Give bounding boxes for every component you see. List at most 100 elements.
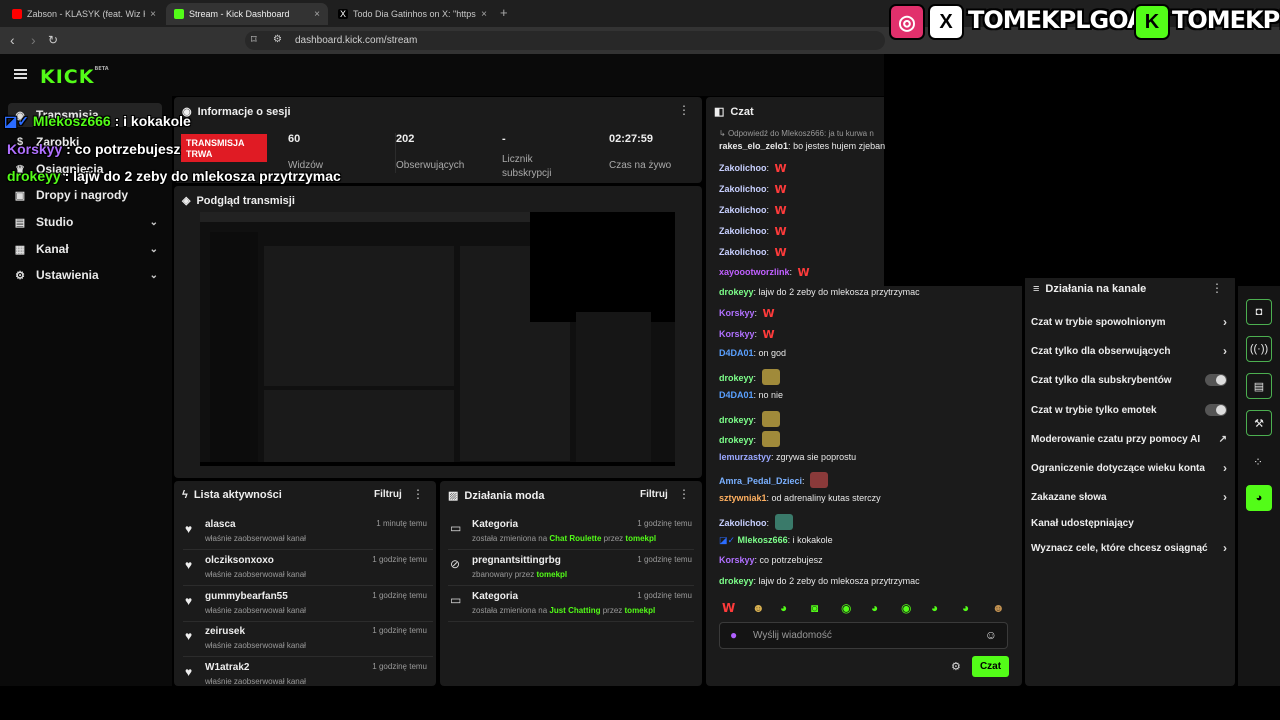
emote-w[interactable]: W xyxy=(722,601,735,615)
chat-username[interactable]: Zakolichoo xyxy=(719,518,767,528)
browser-tab-kick[interactable]: Stream - Kick Dashboard × xyxy=(166,3,328,25)
forward-icon[interactable]: › xyxy=(31,32,36,48)
chat-reply-context: ↳ Odpowiedź do Mlekosz666: ja tu kurwa n xyxy=(719,129,874,138)
browser-tab-x[interactable]: X Todo Dia Gatinhos on X: "https:// × xyxy=(330,3,495,25)
stat-value: 60 xyxy=(288,133,301,145)
menu-icon[interactable] xyxy=(14,67,27,81)
chat-username[interactable]: rakes_elo_zelo1 xyxy=(719,141,788,151)
close-tab-icon[interactable]: × xyxy=(314,9,320,20)
chat-username[interactable]: lemurzastyy xyxy=(719,452,771,462)
emote-smile[interactable]: ☻ xyxy=(752,601,765,615)
sidebar-item-studio[interactable]: ▤ Studio ⌄ xyxy=(8,210,162,234)
channel-action-row[interactable]: Czat w trybie spowolnionym › xyxy=(1031,311,1227,333)
chat-username[interactable]: Korskyy xyxy=(719,329,755,339)
browser-tab-youtube[interactable]: Zabson - KLASYK (feat. Wiz Khalifa) × xyxy=(4,3,164,25)
chat-username[interactable]: drokeyy xyxy=(719,435,754,445)
mod-desc-highlight: Just Chatting xyxy=(549,606,601,615)
chat-username[interactable]: Zakolichoo xyxy=(719,247,767,257)
mod-desc-user[interactable]: tomekpl xyxy=(536,570,567,579)
close-tab-icon[interactable]: × xyxy=(481,9,487,20)
activity-filter-button[interactable]: Filtruj xyxy=(374,489,402,500)
more-options-icon[interactable]: ⋮ xyxy=(412,487,424,501)
activity-user[interactable]: alasca xyxy=(205,519,236,530)
mod-action-time: 1 godzinę temu xyxy=(637,555,692,564)
wrench-icon[interactable]: ⚒ xyxy=(1246,410,1272,436)
activity-user[interactable]: gummybearfan55 xyxy=(205,591,288,602)
stream-preview-video[interactable] xyxy=(200,212,675,466)
layout-icon[interactable]: ▤ xyxy=(1246,373,1272,399)
back-icon[interactable]: ‹ xyxy=(10,32,15,48)
chat-username[interactable]: xayoootworzlink xyxy=(719,267,790,277)
chat-username[interactable]: Mlekosz666 xyxy=(738,535,788,545)
toggle-switch[interactable] xyxy=(1205,404,1227,416)
emote-kick[interactable]: ◙ xyxy=(811,601,818,615)
channel-action-row[interactable]: Moderowanie czatu przy pomocy AI ↗ xyxy=(1031,428,1227,450)
reload-icon[interactable]: ↻ xyxy=(48,33,58,47)
emoji-icon[interactable]: ☺ xyxy=(985,628,997,642)
kick-emote-icon[interactable]: ◕ xyxy=(1246,485,1272,511)
channel-action-row[interactable]: Czat tylko dla obserwujących › xyxy=(1031,340,1227,362)
url-field[interactable]: ⌑ ⚙ dashboard.kick.com/stream xyxy=(245,31,885,50)
close-tab-icon[interactable]: × xyxy=(150,9,156,20)
chevron-right-icon: › xyxy=(1223,461,1227,475)
activity-user[interactable]: W1atrak2 xyxy=(205,662,249,673)
chat-username[interactable]: sztywniak1 xyxy=(719,493,767,503)
more-options-icon[interactable]: ⋮ xyxy=(678,103,690,117)
emote-kick[interactable]: ◉ xyxy=(901,601,911,615)
chat-bubble-icon[interactable]: ◘ xyxy=(1246,299,1272,325)
emote-kick[interactable]: ◕ xyxy=(871,601,878,615)
activity-user[interactable]: olcziksonxoxo xyxy=(205,555,274,566)
channel-action-row[interactable]: Czat tylko dla subskrybentów xyxy=(1031,369,1227,391)
activity-user[interactable]: zeirusek xyxy=(205,626,245,637)
mod-action-time: 1 godzinę temu xyxy=(637,591,692,600)
chat-username[interactable]: Zakolichoo xyxy=(719,184,767,194)
sidebar-item-dropy[interactable]: ▣ Dropy i nagrody xyxy=(8,183,162,207)
channel-action-row[interactable]: Wyznacz cele, które chcesz osiągnąć › xyxy=(1031,537,1227,559)
chat-username[interactable]: Zakolichoo xyxy=(719,163,767,173)
chat-username[interactable]: drokeyy xyxy=(719,576,754,586)
emote-kick[interactable]: ◉ xyxy=(841,601,851,615)
heart-icon: ♥ xyxy=(185,522,193,536)
emote-kick[interactable]: ◕ xyxy=(931,601,938,615)
channel-action-row[interactable]: Kanał udostępniający xyxy=(1031,512,1227,534)
activity-time: 1 godzinę temu xyxy=(372,591,427,600)
chat-message: drokeyy: xyxy=(719,369,780,385)
chat-username[interactable]: Zakolichoo xyxy=(719,226,767,236)
chat-username[interactable]: D4DA01 xyxy=(719,348,754,358)
send-chat-button[interactable]: Czat xyxy=(972,656,1009,677)
sidebar-item-ustawienia[interactable]: ⚙ Ustawienia ⌄ xyxy=(8,263,162,287)
emote-kick[interactable]: ◕ xyxy=(962,601,969,615)
bookmark-icon[interactable]: ⌑ xyxy=(251,33,257,46)
broadcast-icon[interactable]: ((·)) xyxy=(1246,336,1272,362)
sidebar-item-kanal[interactable]: ▦ Kanał ⌄ xyxy=(8,237,162,261)
chat-username[interactable]: Amra_Pedal_Dzieci xyxy=(719,476,802,486)
mod-desc-user[interactable]: tomekpl xyxy=(625,606,656,615)
chat-settings-icon[interactable]: ⚙ xyxy=(951,660,961,673)
dots-icon[interactable]: ⁘ xyxy=(1253,455,1263,469)
chat-username[interactable]: Zakolichoo xyxy=(719,205,767,215)
mod-action-name[interactable]: pregnantsittingrbg xyxy=(472,555,561,566)
toggle-switch[interactable] xyxy=(1205,374,1227,386)
new-tab-icon[interactable]: + xyxy=(500,5,508,20)
chat-username[interactable]: D4DA01 xyxy=(719,390,754,400)
microphone-icon[interactable]: ● xyxy=(730,628,737,642)
chat-username[interactable]: drokeyy xyxy=(719,415,754,425)
emote-kick[interactable]: ◕ xyxy=(780,601,787,615)
more-options-icon[interactable]: ⋮ xyxy=(1211,281,1223,295)
chat-username[interactable]: Korskyy xyxy=(719,308,755,318)
channel-action-row[interactable]: Ograniczenie dotyczące wieku konta › xyxy=(1031,457,1227,479)
kick-logo[interactable]: KICKBETA xyxy=(40,66,109,88)
chat-username[interactable]: Korskyy xyxy=(719,555,755,565)
mod-desc-user[interactable]: tomekpl xyxy=(625,534,656,543)
panel-title: ◧ Czat xyxy=(714,105,754,119)
channel-action-row[interactable]: Zakazane słowa › xyxy=(1031,486,1227,508)
mod-filter-button[interactable]: Filtruj xyxy=(640,489,668,500)
chat-input[interactable]: ● Wyślij wiadomość ☺ xyxy=(719,622,1008,649)
emote-face[interactable]: ☻ xyxy=(992,601,1005,615)
channel-action-row[interactable]: Czat w trybie tylko emotek xyxy=(1031,399,1227,421)
chat-username[interactable]: drokeyy xyxy=(719,373,754,383)
site-settings-icon[interactable]: ⚙ xyxy=(273,34,282,45)
logo-beta: BETA xyxy=(94,66,109,72)
chat-username[interactable]: drokeyy xyxy=(719,287,754,297)
more-options-icon[interactable]: ⋮ xyxy=(678,487,690,501)
